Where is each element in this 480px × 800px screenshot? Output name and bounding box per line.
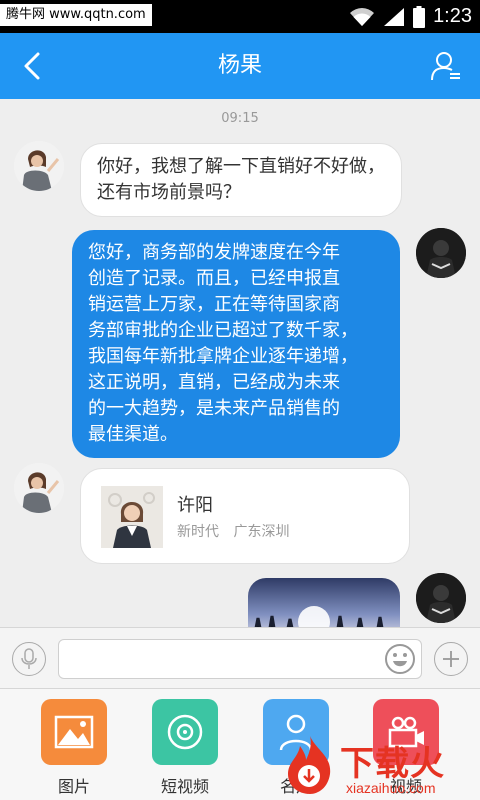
plus-icon bbox=[443, 651, 459, 667]
panel-item-short-video[interactable]: 短视频 bbox=[151, 699, 219, 797]
watermark-brand: 下载火 bbox=[340, 744, 445, 784]
emoji-button[interactable] bbox=[384, 643, 416, 675]
watermark-bottom: 下载火 xiazaihuo.com bbox=[282, 734, 480, 800]
chat-header: 杨果 bbox=[0, 33, 480, 99]
message-text-line: 您好，商务部的发牌速度在今年 bbox=[88, 242, 340, 263]
card-name: 许阳 bbox=[177, 495, 213, 516]
message-input[interactable] bbox=[58, 639, 422, 679]
panel-item-image[interactable]: 图片 bbox=[40, 699, 108, 797]
microphone-icon bbox=[21, 648, 37, 669]
contact-avatar-image bbox=[14, 141, 64, 191]
card-person-image bbox=[101, 486, 163, 548]
contact-avatar[interactable] bbox=[14, 141, 64, 191]
voice-button[interactable] bbox=[12, 642, 46, 676]
attachment-panel: 图片 短视频 名片 视频 bbox=[0, 689, 480, 800]
message-text-line: 务部审批的企业已超过了数千家， bbox=[88, 320, 358, 341]
message-input-bar bbox=[0, 627, 480, 689]
contact-avatar-image bbox=[14, 463, 64, 513]
image-message[interactable] bbox=[248, 578, 400, 627]
message-text-line: 的一大趋势，是未来产品销售的 bbox=[88, 398, 340, 419]
status-icons: 1:23 bbox=[349, 0, 472, 33]
message-text-line: 创造了记录。而且，已经申报直 bbox=[88, 268, 340, 289]
contact-avatar[interactable] bbox=[14, 463, 64, 513]
more-options-button[interactable] bbox=[434, 642, 468, 676]
flame-logo-icon bbox=[288, 736, 331, 794]
my-avatar[interactable] bbox=[416, 573, 466, 623]
my-avatar-image bbox=[416, 228, 466, 278]
my-avatar[interactable] bbox=[416, 228, 466, 278]
card-company: 新时代 bbox=[177, 524, 219, 540]
user-profile-icon bbox=[431, 52, 460, 81]
message-bubble-sent[interactable]: 您好，商务部的发牌速度在今年 创造了记录。而且，已经申报直 销运营上万家，正在等… bbox=[72, 230, 400, 458]
status-time: 1:23 bbox=[433, 5, 472, 27]
panel-item-label: 图片 bbox=[57, 777, 90, 796]
message-text-line: 还有市场前景吗？ bbox=[97, 182, 241, 203]
chat-area[interactable]: 09:15 你好，我想了解一下直销好不好做， 还有市场前景吗？ 您好，商务部的发… bbox=[0, 99, 480, 627]
image-icon bbox=[41, 699, 107, 765]
message-text-line: 我国每年新批拿牌企业逐年递增， bbox=[88, 346, 358, 367]
card-photo bbox=[101, 486, 163, 548]
my-avatar-image bbox=[416, 573, 466, 623]
signal-icon bbox=[384, 7, 405, 26]
profile-button[interactable] bbox=[426, 46, 466, 86]
message-text-line: 销运营上万家，正在等待国家商 bbox=[88, 294, 340, 315]
wifi-icon bbox=[350, 7, 375, 26]
panel-item-label: 短视频 bbox=[160, 777, 209, 796]
watermark-label: 腾牛网 www.qqtn.com bbox=[0, 4, 152, 26]
message-bubble-received[interactable]: 你好，我想了解一下直销好不好做， 还有市场前景吗？ bbox=[80, 143, 402, 217]
message-text-line: 这正说明，直销，已经成为未来 bbox=[88, 372, 340, 393]
card-location: 广东深圳 bbox=[233, 524, 290, 540]
message-timestamp: 09:15 bbox=[221, 111, 259, 126]
short-video-icon bbox=[152, 699, 218, 765]
message-text-line: 你好，我想了解一下直销好不好做， bbox=[97, 156, 385, 177]
status-bar: 腾牛网 www.qqtn.com 1:23 bbox=[0, 0, 480, 33]
page-title: 杨果 bbox=[217, 53, 262, 78]
watermark-domain: xiazaihuo.com bbox=[346, 780, 436, 796]
emoji-icon bbox=[385, 644, 415, 674]
battery-icon bbox=[413, 5, 426, 28]
contact-card-message[interactable]: 许阳 新时代 广东深圳 bbox=[80, 468, 410, 564]
image-message-picture bbox=[254, 606, 384, 627]
card-meta: 新时代 广东深圳 bbox=[177, 521, 289, 541]
message-text-line: 最佳渠道。 bbox=[88, 424, 178, 445]
